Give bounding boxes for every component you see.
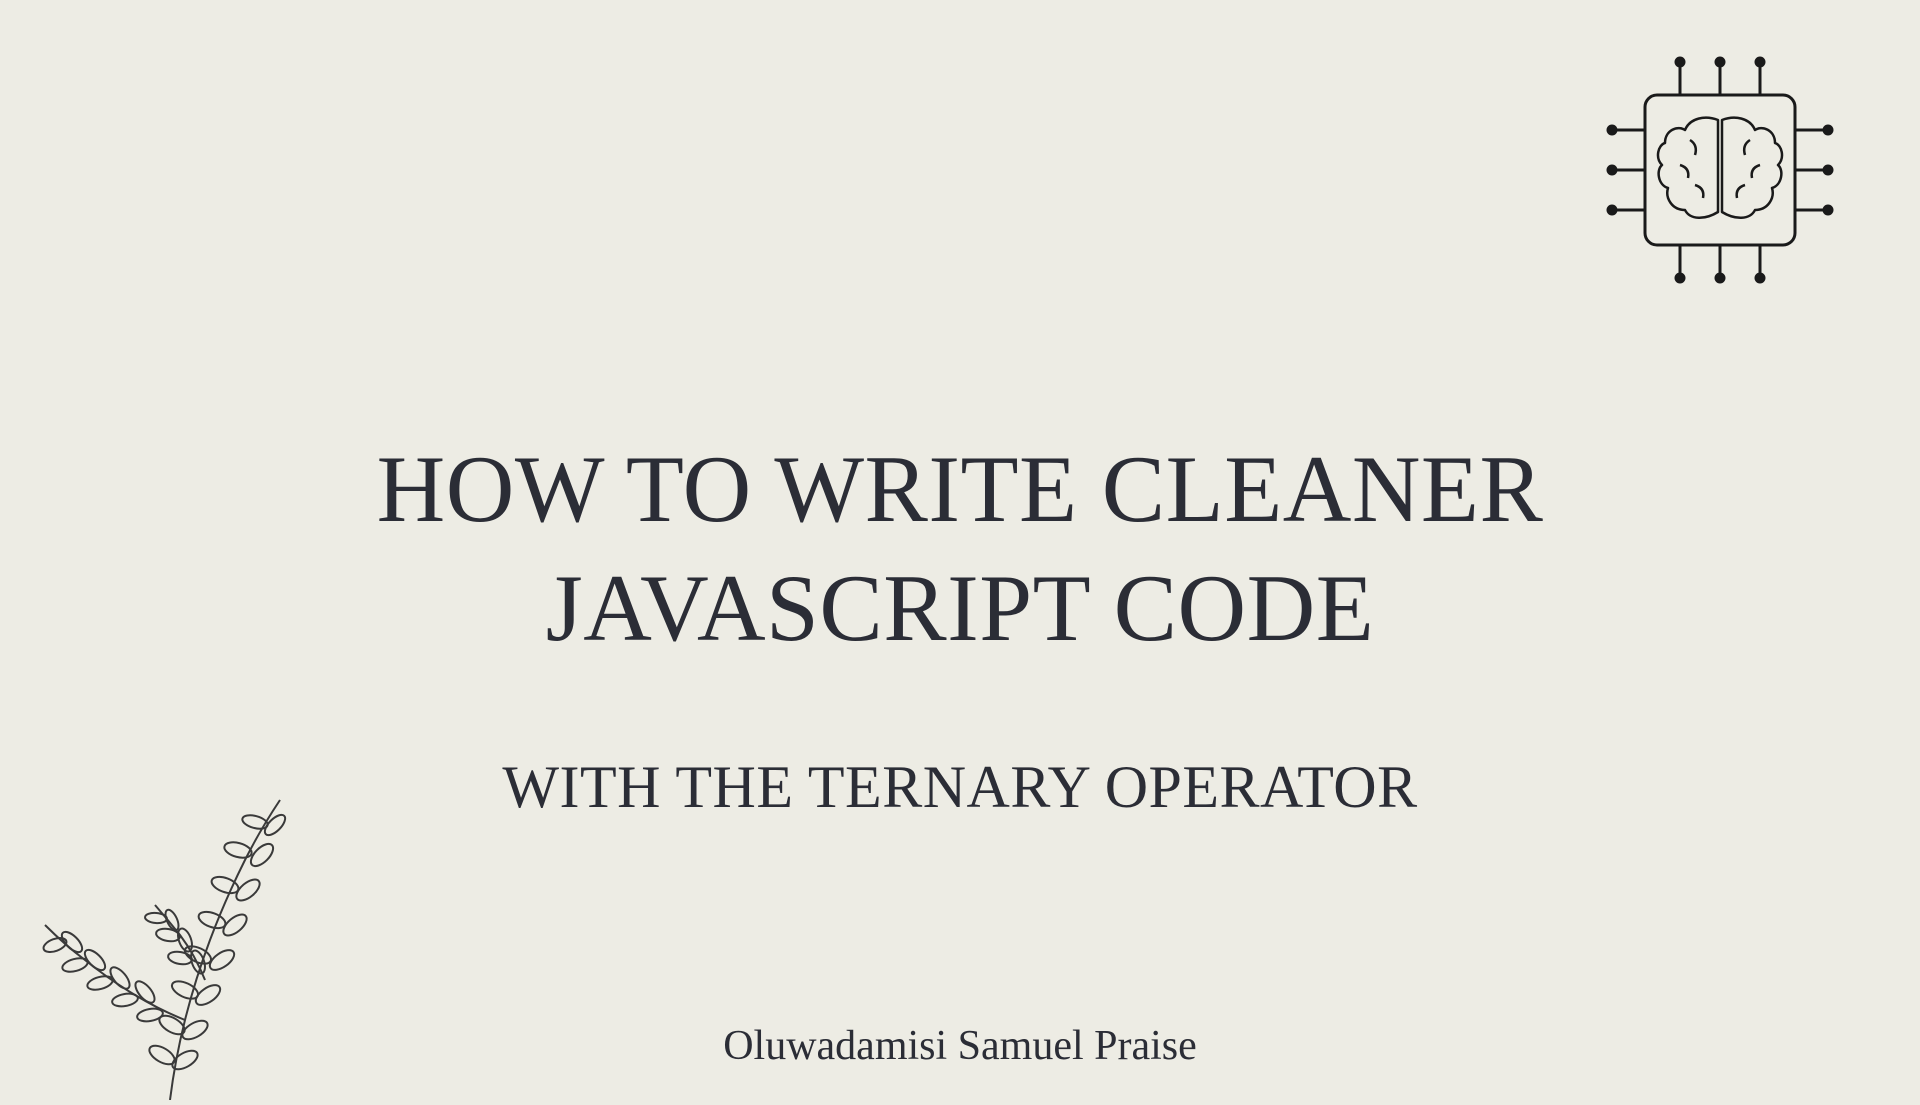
brain-chip-icon — [1590, 40, 1850, 300]
subtitle: WITH THE TERNARY OPERATOR — [0, 753, 1920, 822]
title-line-1: HOW TO WRITE CLEANER — [377, 436, 1544, 542]
main-title: HOW TO WRITE CLEANER JAVASCRIPT CODE — [0, 430, 1920, 668]
slide-content: HOW TO WRITE CLEANER JAVASCRIPT CODE WIT… — [0, 430, 1920, 1070]
author-name: Oluwadamisi Samuel Praise — [0, 1022, 1920, 1070]
title-line-2: JAVASCRIPT CODE — [546, 555, 1375, 661]
